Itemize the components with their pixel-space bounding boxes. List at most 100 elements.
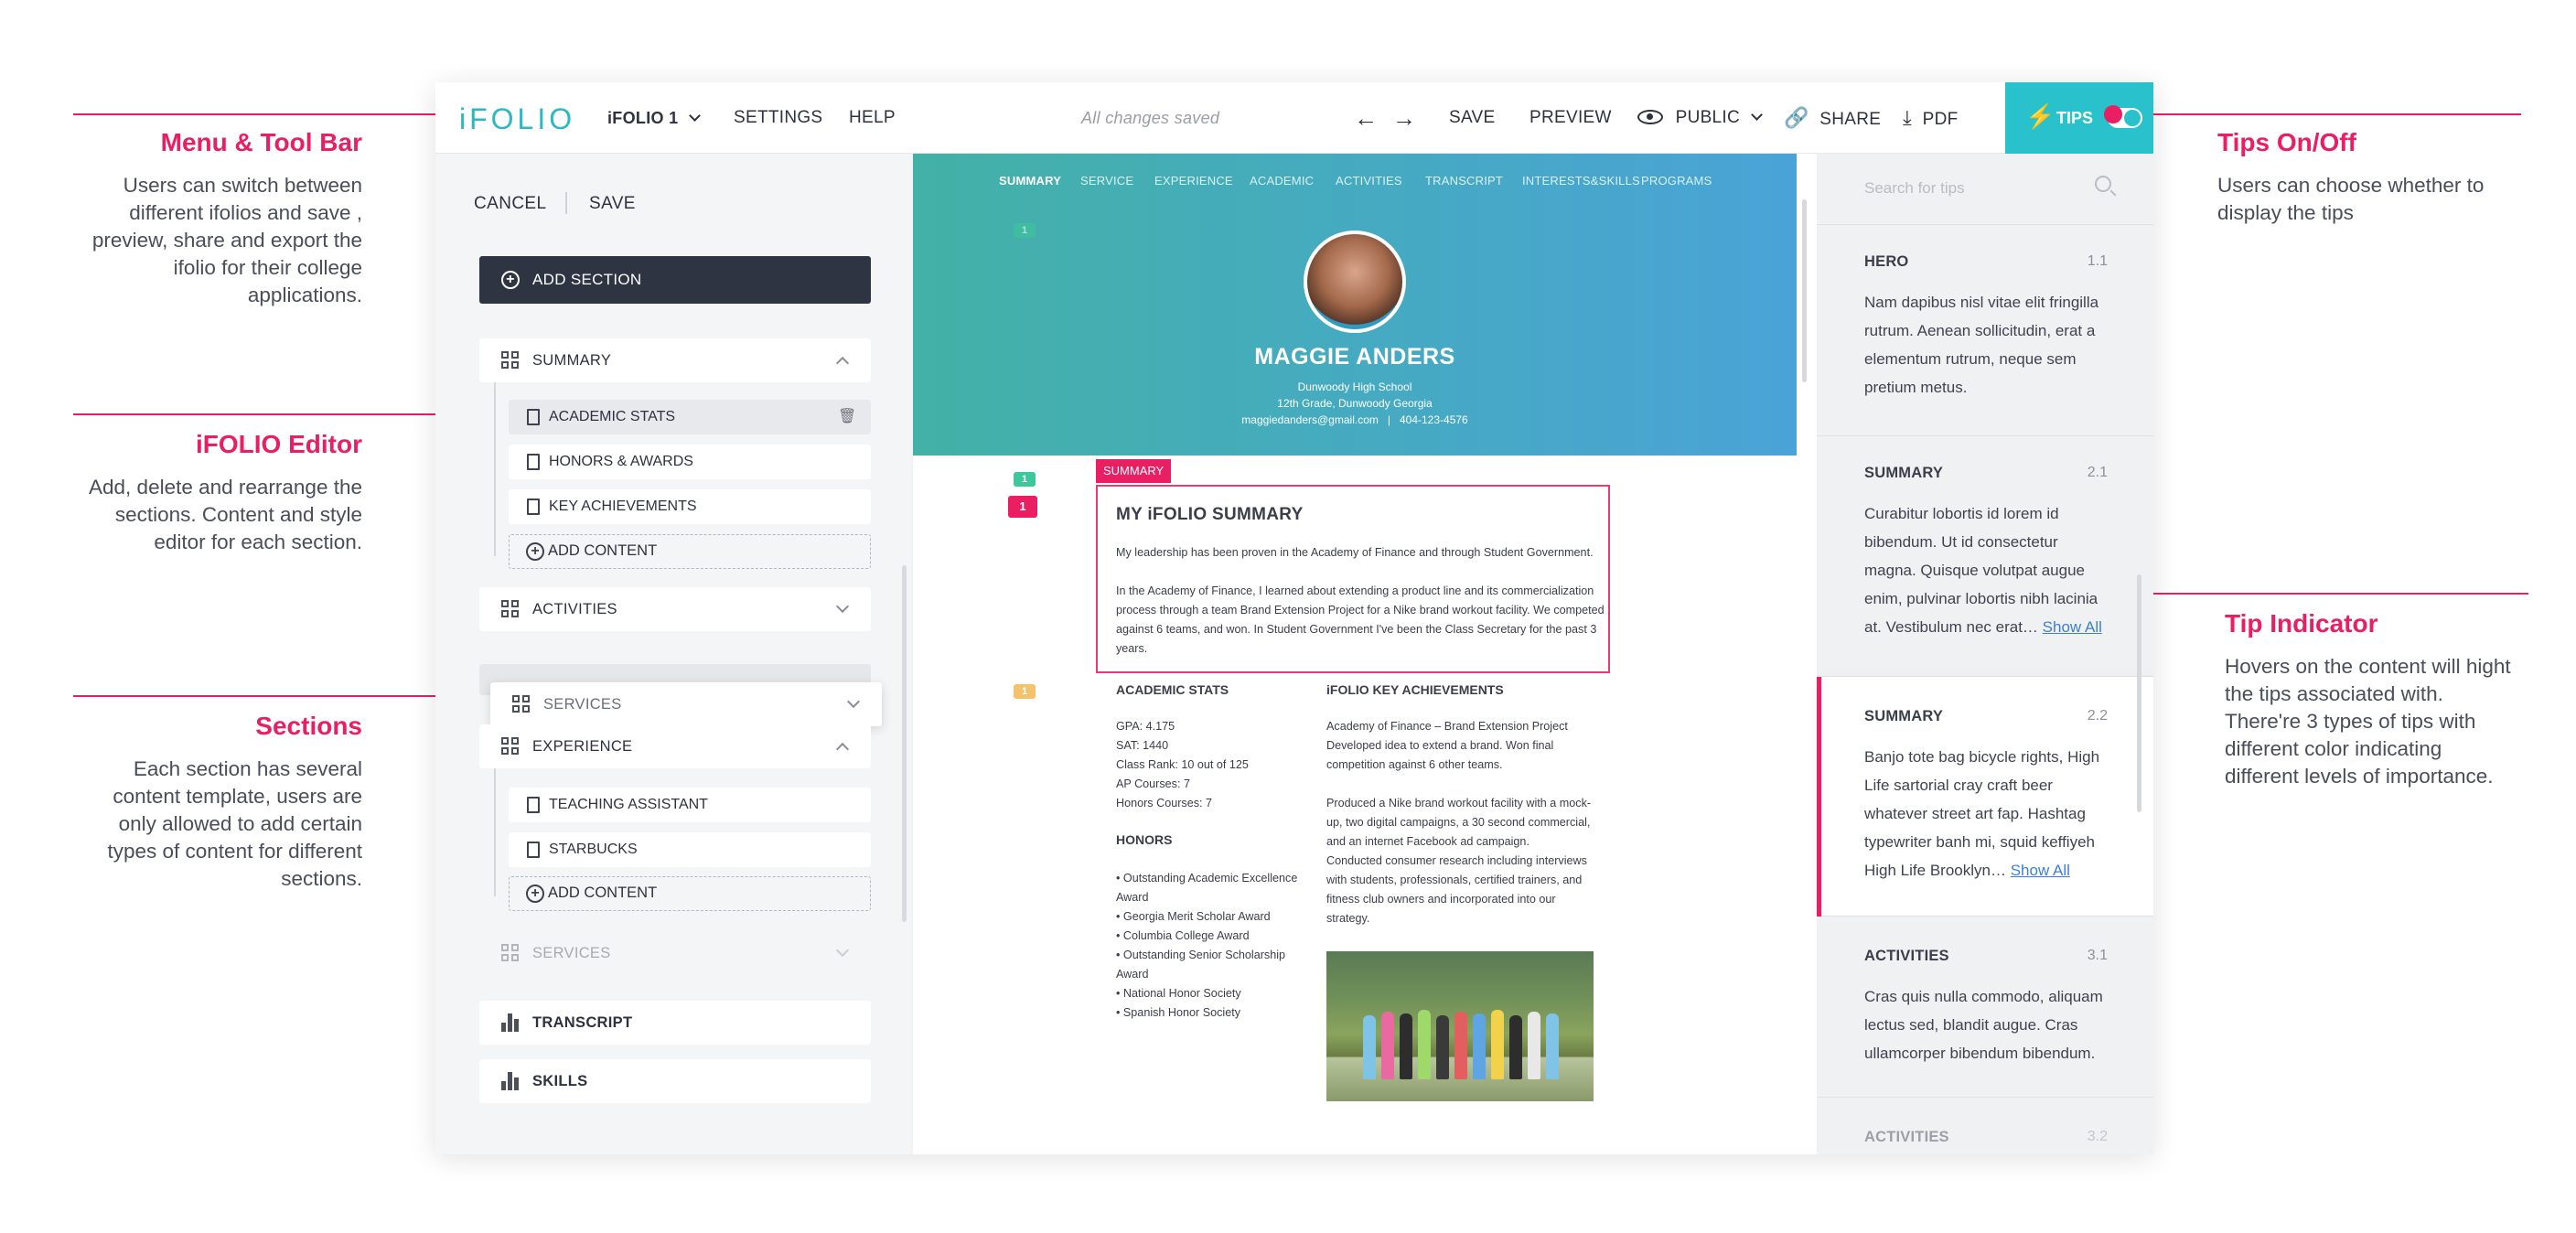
divider bbox=[565, 192, 567, 214]
nav-transcript[interactable]: TRANSCRIPT bbox=[1425, 174, 1503, 188]
preview-button[interactable]: PREVIEW bbox=[1530, 82, 1612, 154]
nav-academic[interactable]: ACADEMIC bbox=[1250, 174, 1314, 188]
undo-arrow-icon[interactable]: ← bbox=[1354, 82, 1378, 154]
honors-list: • Outstanding Academic Excellence Award … bbox=[1116, 872, 1298, 1019]
ifolio-logo: iFOLIO bbox=[459, 102, 576, 135]
chevron-up-icon[interactable] bbox=[835, 742, 850, 756]
public-label: PUBLIC bbox=[1675, 108, 1741, 127]
tip-marker-green[interactable]: 1 bbox=[1014, 472, 1036, 487]
avatar bbox=[1304, 231, 1406, 333]
tip-card-summary-2[interactable]: SUMMARY 2.2 Banjo tote bag bicycle right… bbox=[1817, 677, 2153, 917]
tip-marker-yellow[interactable]: 1 bbox=[1014, 684, 1036, 699]
annotation-title-indicator: Tip Indicator bbox=[2225, 609, 2378, 638]
chevron-down-icon bbox=[846, 694, 861, 709]
tips-scrollbar[interactable] bbox=[2137, 574, 2141, 812]
grid-icon bbox=[501, 600, 520, 618]
cancel-button[interactable]: CANCEL bbox=[474, 194, 546, 214]
content-academic-stats[interactable]: ACADEMIC STATS 🗑 bbox=[509, 400, 871, 434]
add-content-label: ADD CONTENT bbox=[548, 542, 658, 559]
summary-tag: SUMMARY bbox=[1096, 459, 1172, 483]
section-summary[interactable]: SUMMARY bbox=[479, 338, 871, 382]
eye-icon bbox=[1637, 110, 1663, 124]
section-services-dragging[interactable]: SERVICES bbox=[490, 682, 882, 726]
nav-summary[interactable]: SUMMARY bbox=[999, 174, 1061, 188]
chevron-down-icon[interactable] bbox=[835, 599, 850, 614]
tips-search-input[interactable]: Search for tips bbox=[1864, 179, 1965, 198]
add-section-button[interactable]: + ADD SECTION bbox=[479, 256, 871, 304]
tips-search[interactable]: Search for tips bbox=[1817, 154, 2153, 225]
share-button[interactable]: 🔗 SHARE bbox=[1784, 82, 1881, 154]
nav-programs[interactable]: PROGRAMS bbox=[1641, 174, 1712, 188]
bar-chart-icon bbox=[501, 1072, 520, 1090]
content-key-achievements[interactable]: KEY ACHIEVEMENTS bbox=[509, 489, 871, 524]
chevron-up-icon[interactable] bbox=[835, 356, 850, 370]
tips-panel: Search for tips HERO 1.1 Nam dapibus nis… bbox=[1817, 154, 2153, 1154]
grid-icon bbox=[501, 351, 520, 370]
tip-card-summary-1[interactable]: SUMMARY 2.1 Curabitur lobortis id lorem … bbox=[1817, 437, 2153, 677]
add-content-button[interactable]: + ADD CONTENT bbox=[509, 534, 871, 569]
plus-circle-icon: + bbox=[526, 885, 544, 903]
search-icon[interactable] bbox=[2095, 176, 2111, 192]
honors-title: HONORS bbox=[1116, 832, 1173, 847]
summary-paragraph-1: My leadership has been proven in the Aca… bbox=[1116, 546, 1594, 559]
content-label: ACADEMIC STATS bbox=[549, 409, 676, 424]
nav-interests-skills[interactable]: INTERESTS&SKILLS bbox=[1522, 174, 1640, 188]
bar-chart-icon bbox=[501, 1013, 520, 1032]
settings-menu[interactable]: SETTINGS bbox=[734, 82, 822, 154]
tip-title: HERO bbox=[1864, 253, 1909, 270]
plus-circle-icon: + bbox=[526, 542, 544, 561]
share-label: SHARE bbox=[1819, 110, 1882, 129]
link-icon: 🔗 bbox=[1784, 106, 1809, 129]
content-label: STARBUCKS bbox=[549, 842, 638, 857]
tip-priority-bar bbox=[1817, 677, 1821, 917]
tip-marker-red[interactable]: 1 bbox=[1008, 496, 1037, 518]
tips-toggle-button[interactable]: ⚡ TIPS bbox=[2005, 82, 2153, 154]
annotation-line-tips bbox=[2119, 113, 2521, 115]
content-teaching-assistant[interactable]: TEACHING ASSISTANT bbox=[509, 788, 871, 822]
show-all-link[interactable]: Show All bbox=[2011, 862, 2070, 879]
editor-save-button[interactable]: SAVE bbox=[589, 194, 636, 214]
editor-scrollbar[interactable] bbox=[902, 565, 907, 922]
grid-icon bbox=[501, 737, 520, 756]
grid-icon bbox=[512, 695, 531, 713]
preview-scrollbar[interactable] bbox=[1802, 199, 1807, 382]
section-skills[interactable]: SKILLS bbox=[479, 1059, 871, 1103]
nav-activities[interactable]: ACTIVITIES bbox=[1336, 174, 1402, 188]
save-button[interactable]: SAVE bbox=[1449, 82, 1495, 154]
tip-card-activities-2[interactable]: ACTIVITIES 3.2 bbox=[1817, 1098, 2153, 1154]
tip-title: SUMMARY bbox=[1864, 465, 1944, 481]
pdf-button[interactable]: ⤓ PDF bbox=[1903, 82, 1959, 154]
tip-marker-green[interactable]: 1 bbox=[1014, 223, 1036, 238]
add-content-button[interactable]: + ADD CONTENT bbox=[509, 876, 871, 911]
content-label: KEY ACHIEVEMENTS bbox=[549, 499, 697, 514]
section-services-ghost-label: SERVICES bbox=[532, 945, 611, 961]
content-starbucks[interactable]: STARBUCKS bbox=[509, 832, 871, 867]
content-honors-awards[interactable]: HONORS & AWARDS bbox=[509, 445, 871, 479]
section-activities[interactable]: ACTIVITIES bbox=[479, 587, 871, 631]
document-icon bbox=[527, 409, 540, 425]
tip-card-hero[interactable]: HERO 1.1 Nam dapibus nisl vitae elit fri… bbox=[1817, 226, 2153, 436]
tip-body: Nam dapibus nisl vitae elit fringilla ru… bbox=[1864, 294, 2099, 396]
key-achievements-title: iFOLIO KEY ACHIEVEMENTS bbox=[1326, 682, 1504, 697]
help-menu[interactable]: HELP bbox=[849, 82, 896, 154]
trash-icon[interactable]: 🗑 bbox=[838, 400, 856, 434]
ifolio-select-dropdown[interactable]: iFOLIO 1 bbox=[607, 82, 701, 154]
section-skills-label: SKILLS bbox=[532, 1073, 588, 1089]
section-summary-label: SUMMARY bbox=[532, 352, 612, 369]
tip-number: 3.1 bbox=[2087, 948, 2108, 963]
add-content-label: ADD CONTENT bbox=[548, 885, 658, 901]
section-experience[interactable]: EXPERIENCE bbox=[479, 724, 871, 768]
public-dropdown[interactable]: PUBLIC bbox=[1637, 82, 1763, 154]
section-transcript[interactable]: TRANSCRIPT bbox=[479, 1001, 871, 1045]
nav-service[interactable]: SERVICE bbox=[1080, 174, 1133, 188]
annotation-text-sections: Each section has several content templat… bbox=[107, 757, 362, 890]
redo-arrow-icon[interactable]: → bbox=[1392, 82, 1416, 154]
tips-label: TIPS bbox=[2056, 109, 2094, 127]
summary-paragraph-2: In the Academy of Finance, I learned abo… bbox=[1116, 584, 1605, 655]
show-all-link[interactable]: Show All bbox=[2043, 618, 2102, 636]
nav-experience[interactable]: EXPERIENCE bbox=[1154, 174, 1233, 188]
academic-stats-list: GPA: 4.175 SAT: 1440 Class Rank: 10 out … bbox=[1116, 720, 1249, 809]
tip-card-activities-1[interactable]: ACTIVITIES 3.1 Cras quis nulla commodo, … bbox=[1817, 917, 2153, 1098]
tip-number: 1.1 bbox=[2087, 253, 2108, 269]
plus-circle-icon: + bbox=[501, 271, 520, 289]
